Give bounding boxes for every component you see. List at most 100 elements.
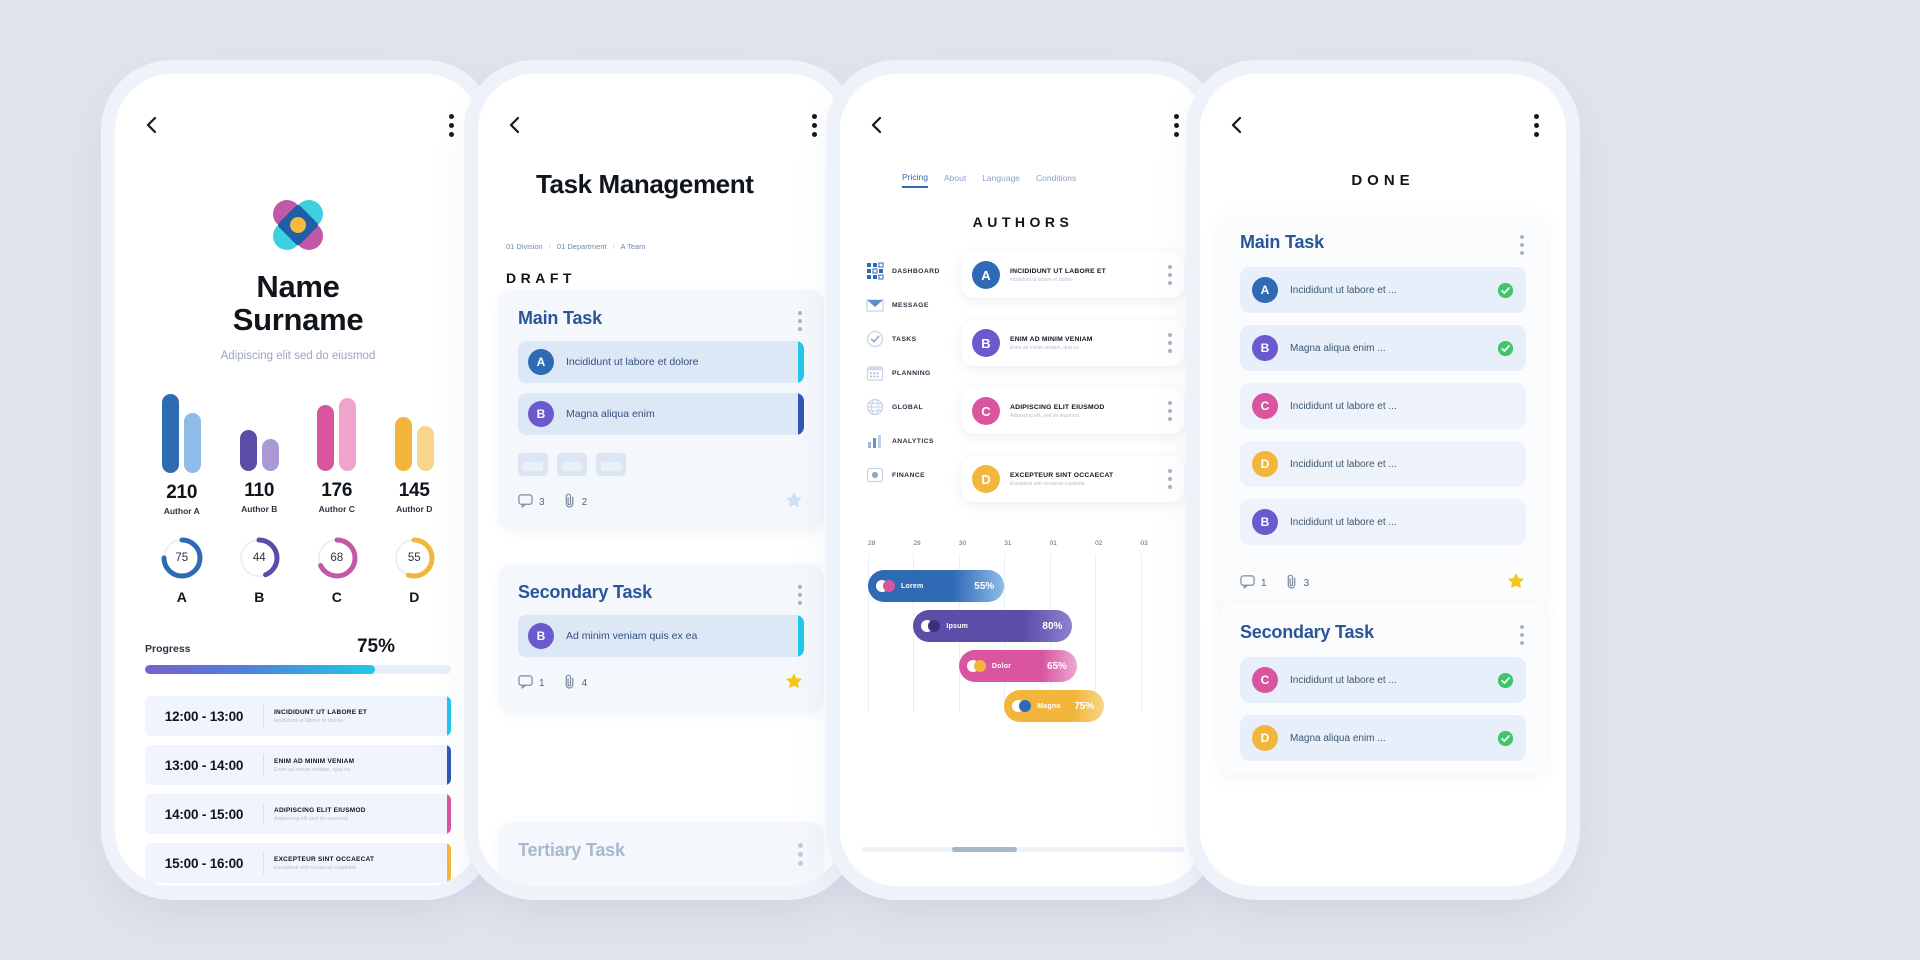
phone-done: DONE Main Task A Incididunt ut labore et .… bbox=[1200, 74, 1566, 886]
breadcrumb-item-3[interactable]: A Team bbox=[620, 242, 645, 251]
avatar: B bbox=[528, 401, 554, 427]
kebab-menu-icon[interactable] bbox=[798, 843, 804, 866]
avatar-dots bbox=[1012, 700, 1032, 712]
phone4-topbar bbox=[1200, 102, 1566, 148]
donut-group: 44 B bbox=[221, 536, 299, 616]
schedule-row[interactable]: 13:00 - 14:00 ENIM AD MINIM VENIAM Enim ad… bbox=[145, 745, 451, 785]
done-row[interactable]: D Incididunt ut labore et ... bbox=[1240, 441, 1526, 487]
gantt-bar-label: Magna bbox=[1037, 702, 1061, 710]
schedule-row[interactable]: 14:00 - 15:00 ADIPISCING ELIT EIUSMOD Adip… bbox=[145, 794, 451, 834]
done-row[interactable]: A Incididunt ut labore et ... bbox=[1240, 267, 1526, 313]
attachment-count[interactable]: 3 bbox=[1285, 574, 1309, 594]
avatar: C bbox=[1252, 667, 1278, 693]
card-header: Tertiary Task bbox=[498, 822, 824, 866]
gantt-bar[interactable]: Dolor 65% bbox=[958, 650, 1077, 682]
done-row[interactable]: B Incididunt ut labore et ... bbox=[1240, 499, 1526, 545]
kebab-menu-icon[interactable] bbox=[798, 585, 804, 605]
phone-profile: Name Surname Adipiscing elit sed do eius… bbox=[115, 74, 481, 886]
nav-item-planning[interactable]: PLANNING bbox=[866, 356, 952, 390]
tab-about[interactable]: About bbox=[944, 173, 966, 187]
task-row[interactable]: B Ad minim veniam quis ex ea bbox=[518, 615, 804, 657]
chevron-left-icon[interactable] bbox=[504, 114, 526, 136]
nav-item-analytics[interactable]: ANALYTICS bbox=[866, 424, 952, 458]
task-row[interactable]: A Incididunt ut labore et dolore bbox=[518, 341, 804, 383]
chevron-left-icon[interactable] bbox=[141, 114, 163, 136]
bar-group: 176 Author C bbox=[298, 394, 376, 514]
nav-item-finance[interactable]: FINANCE bbox=[866, 458, 952, 492]
phone-authors: Pricing About Language Conditions AUTHORS D… bbox=[840, 74, 1206, 886]
progress-label: Progress bbox=[145, 643, 191, 655]
attachment-count[interactable]: 2 bbox=[563, 493, 587, 513]
author-donut-row: 75 A 44 B 68 C 55 D bbox=[143, 536, 453, 616]
avatar: B bbox=[1252, 509, 1278, 535]
done-row-text: Incididunt ut labore et ... bbox=[1290, 458, 1397, 470]
done-row[interactable]: C Incididunt ut labore et ... bbox=[1240, 383, 1526, 429]
kebab-menu-icon[interactable] bbox=[1174, 113, 1180, 137]
done-row[interactable]: C Incididunt ut labore et ... bbox=[1240, 657, 1526, 703]
tab-bar: Pricing About Language Conditions bbox=[902, 172, 1160, 188]
kebab-menu-icon[interactable] bbox=[1520, 235, 1526, 255]
schedule-text: INCIDIDUNT UT LABORE ET incididunt ut lab… bbox=[264, 696, 447, 736]
author-desc: Excepteur sint occaecat cupidatat bbox=[1010, 480, 1085, 487]
avatar: A bbox=[972, 261, 1000, 289]
chevron-left-icon[interactable] bbox=[866, 114, 888, 136]
attachment-count[interactable]: 4 bbox=[563, 674, 587, 694]
task-row-text: Ad minim veniam quis ex ea bbox=[566, 630, 698, 642]
done-row[interactable]: B Magna aliqua enim ... bbox=[1240, 325, 1526, 371]
donut-group: 68 C bbox=[298, 536, 376, 616]
author-card[interactable]: A INCIDIDUNT UT LABORE ET incididunt ut la… bbox=[962, 252, 1184, 298]
gantt-bar[interactable]: Ipsum 80% bbox=[913, 610, 1073, 642]
author-card[interactable]: B ENIM AD MINIM VENIAM Enim ad minim venia… bbox=[962, 320, 1184, 366]
task-card: Tertiary Task bbox=[498, 822, 824, 886]
schedule-row[interactable]: 15:00 - 16:00 EXCEPTEUR SINT OCCAECAT Exce… bbox=[145, 843, 451, 883]
nav-item-message[interactable]: MESSAGE bbox=[866, 288, 952, 322]
phone3-topbar bbox=[840, 102, 1206, 148]
author-title: EXCEPTEUR SINT OCCAECAT bbox=[1010, 471, 1114, 479]
breadcrumb: 01 Division / 01 Department / A Team bbox=[506, 242, 645, 251]
tab-pricing[interactable]: Pricing bbox=[902, 172, 928, 188]
kebab-menu-icon[interactable] bbox=[1534, 113, 1540, 137]
task-row[interactable]: B Magna aliqua enim bbox=[518, 393, 804, 435]
author-text: EXCEPTEUR SINT OCCAECAT Excepteur sint oc… bbox=[1010, 472, 1168, 487]
schedule-accent bbox=[447, 745, 451, 785]
nav-item-tasks[interactable]: TASKS bbox=[866, 322, 952, 356]
gantt-bar[interactable]: Lorem 55% bbox=[868, 570, 1005, 602]
gantt-bar-label: Ipsum bbox=[946, 622, 969, 630]
kebab-menu-icon[interactable] bbox=[812, 113, 818, 137]
task-row-text: Incididunt ut labore et dolore bbox=[566, 356, 699, 368]
kebab-menu-icon[interactable] bbox=[1168, 401, 1174, 421]
kebab-menu-icon[interactable] bbox=[1520, 625, 1526, 645]
author-card[interactable]: C ADIPISCING ELIT EIUSMOD Adipiscing elit,… bbox=[962, 388, 1184, 434]
schedule-row[interactable]: 12:00 - 13:00 INCIDIDUNT UT LABORE ET inci… bbox=[145, 696, 451, 736]
nav-item-dashboard[interactable]: DASHBOARD bbox=[866, 254, 952, 288]
nav-item-global[interactable]: GLOBAL bbox=[866, 390, 952, 424]
tab-conditions[interactable]: Conditions bbox=[1036, 173, 1076, 187]
schedule-time: 14:00 - 15:00 bbox=[164, 806, 244, 822]
comment-count[interactable]: 1 bbox=[518, 674, 545, 694]
author-card[interactable]: D EXCEPTEUR SINT OCCAECAT Excepteur sint o… bbox=[962, 456, 1184, 502]
kebab-menu-icon[interactable] bbox=[1168, 265, 1174, 285]
kebab-menu-icon[interactable] bbox=[1168, 333, 1174, 353]
gantt-bar[interactable]: Magna 75% bbox=[1004, 690, 1105, 722]
star-icon[interactable] bbox=[1506, 571, 1526, 596]
kebab-menu-icon[interactable] bbox=[449, 113, 455, 137]
schedule-desc: incididunt ut labore et dolore bbox=[274, 717, 344, 724]
breadcrumb-item-1[interactable]: 01 Division bbox=[506, 242, 543, 251]
done-row[interactable]: D Magna aliqua enim ... bbox=[1240, 715, 1526, 761]
comment-count[interactable]: 3 bbox=[518, 493, 545, 513]
chevron-left-icon[interactable] bbox=[1226, 114, 1248, 136]
kebab-menu-icon[interactable] bbox=[1168, 469, 1174, 489]
breadcrumb-item-2[interactable]: 01 Department bbox=[557, 242, 607, 251]
tab-language[interactable]: Language bbox=[982, 173, 1020, 187]
nav-item-label: DASHBOARD bbox=[892, 267, 940, 275]
calendar-icon bbox=[866, 364, 884, 382]
comment-count[interactable]: 1 bbox=[1240, 574, 1267, 594]
x-tick-label: 29 bbox=[913, 540, 921, 547]
star-icon[interactable] bbox=[784, 490, 804, 515]
side-nav: DASHBOARD MESSAGE TASKS PLANNING GLOBAL ANALY… bbox=[866, 254, 952, 492]
kebab-menu-icon[interactable] bbox=[798, 311, 804, 331]
profile-last-name: Surname bbox=[232, 302, 364, 337]
star-icon[interactable] bbox=[784, 671, 804, 696]
horizontal-scrollbar[interactable] bbox=[862, 847, 1184, 852]
card-footer: 14 bbox=[498, 657, 824, 712]
